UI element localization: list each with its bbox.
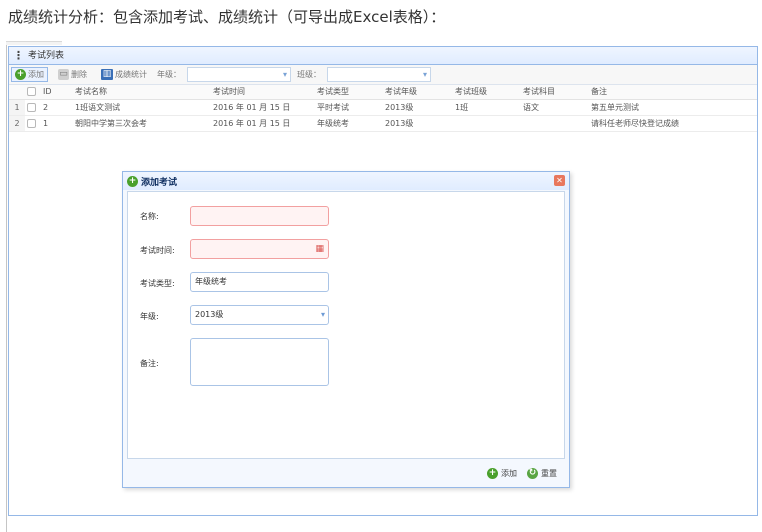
row-checkbox[interactable]	[27, 118, 36, 128]
grade-label: 年级:	[140, 312, 159, 321]
column-header[interactable]: 考试名称	[73, 85, 211, 100]
exam-time-input[interactable]: ▦	[190, 239, 329, 259]
table-row[interactable]: 2 1 朝阳中学第三次会考 2016 年 01 月 15 日 年级统考 2013…	[9, 115, 757, 132]
column-header[interactable]: 考试类型	[315, 85, 383, 100]
tab-strip	[6, 41, 62, 45]
column-header[interactable]: 考试年级	[383, 85, 453, 100]
chevron-down-icon: ▾	[282, 70, 287, 79]
cell-subject: 语文	[521, 99, 589, 116]
row-checkbox-cell[interactable]	[25, 115, 41, 132]
cell-note: 第五单元测试	[589, 99, 757, 116]
chevron-down-icon[interactable]: ▾	[321, 306, 325, 324]
row-number-header	[9, 85, 25, 100]
cell-name: 1班语文测试	[73, 99, 211, 116]
add-button[interactable]: + 添加	[11, 67, 48, 82]
stats-button-label: 成绩统计	[115, 70, 147, 79]
dialog-title: 添加考试	[141, 177, 178, 188]
column-header[interactable]: 考试班级	[453, 85, 521, 100]
table-row[interactable]: 1 2 1班语文测试 2016 年 01 月 15 日 平时考试 2013级 1…	[9, 99, 757, 116]
panel-header: ⋮ 考试列表	[9, 47, 757, 65]
column-header[interactable]: 考试时间	[211, 85, 315, 100]
dialog-body: 名称: 考试时间: ▦ 考试类型: 年级统考 年级: 2013级 ▾ 备注:	[127, 191, 565, 459]
page-caption: 成绩统计分析：包含添加考试、成绩统计（可导出成Excel表格）：	[8, 8, 446, 26]
cell-time: 2016 年 01 月 15 日	[211, 115, 315, 132]
plus-circle-icon: +	[127, 175, 138, 187]
cell-id: 1	[41, 115, 73, 132]
dialog-reset-button[interactable]: ↻ 重置	[527, 467, 557, 479]
menu-dots-icon[interactable]: ⋮	[13, 47, 24, 65]
type-label: 考试类型:	[140, 279, 175, 288]
toolbar: + 添加 ▭ 删除 ▥ 成绩统计 年级： ▾ 班级： ▾	[9, 65, 757, 85]
time-label: 考试时间:	[140, 246, 175, 255]
note-textarea[interactable]	[190, 338, 329, 386]
plus-circle-icon: +	[15, 69, 26, 80]
stats-button[interactable]: ▥ 成绩统计	[97, 67, 151, 82]
name-input[interactable]	[190, 206, 329, 226]
row-checkbox[interactable]	[27, 102, 36, 112]
cell-type: 年级统考	[315, 115, 383, 132]
dialog-header[interactable]: + 添加考试	[123, 172, 569, 190]
name-label: 名称:	[140, 212, 159, 221]
class-filter-label: 班级：	[297, 70, 321, 79]
cell-class	[453, 115, 521, 132]
row-number: 2	[9, 115, 25, 132]
add-exam-dialog: + 添加考试 ✕ 名称: 考试时间: ▦ 考试类型: 年级统考 年级: 2013…	[122, 171, 570, 488]
grade-filter-label: 年级：	[157, 70, 181, 79]
dialog-footer: + 添加 ↻ 重置	[127, 461, 565, 485]
panel-title: 考试列表	[28, 50, 65, 61]
column-header[interactable]: 备注	[589, 85, 757, 100]
bar-chart-icon: ▥	[101, 69, 113, 80]
note-label: 备注:	[140, 359, 159, 368]
cell-note: 请科任老师尽快登记成绩	[589, 115, 757, 132]
grade-select-value: 2013级	[195, 310, 224, 319]
dialog-add-button[interactable]: + 添加	[487, 467, 517, 479]
cell-name: 朝阳中学第三次会考	[73, 115, 211, 132]
grade-filter-select[interactable]: ▾	[187, 67, 291, 82]
column-header[interactable]: 考试科目	[521, 85, 589, 100]
cell-subject	[521, 115, 589, 132]
table-header-row: ID 考试名称 考试时间 考试类型 考试年级 考试班级 考试科目 备注	[9, 85, 757, 100]
calendar-icon[interactable]: ▦	[315, 240, 324, 258]
grade-select[interactable]: 2013级 ▾	[190, 305, 329, 325]
column-header[interactable]: ID	[41, 85, 73, 100]
chevron-down-icon: ▾	[422, 70, 427, 79]
cell-grade: 2013级	[383, 115, 453, 132]
cell-class: 1班	[453, 99, 521, 116]
trash-icon: ▭	[58, 69, 69, 80]
plus-circle-icon: +	[487, 467, 498, 479]
class-filter-select[interactable]: ▾	[327, 67, 431, 82]
row-checkbox-cell[interactable]	[25, 99, 41, 116]
exam-table: ID 考试名称 考试时间 考试类型 考试年级 考试班级 考试科目 备注 1 2 …	[9, 85, 757, 132]
cell-time: 2016 年 01 月 15 日	[211, 99, 315, 116]
select-all-checkbox[interactable]	[27, 87, 36, 97]
add-button-label: 添加	[28, 70, 44, 79]
exam-type-input[interactable]: 年级统考	[190, 272, 329, 292]
reload-icon: ↻	[527, 467, 538, 479]
select-all-header[interactable]	[25, 85, 41, 100]
cell-id: 2	[41, 99, 73, 116]
close-icon[interactable]: ✕	[554, 175, 565, 186]
dialog-add-label: 添加	[501, 468, 517, 478]
delete-button-label: 删除	[71, 70, 87, 79]
cell-grade: 2013级	[383, 99, 453, 116]
row-number: 1	[9, 99, 25, 116]
cell-type: 平时考试	[315, 99, 383, 116]
delete-button[interactable]: ▭ 删除	[54, 67, 91, 82]
dialog-reset-label: 重置	[541, 468, 557, 478]
